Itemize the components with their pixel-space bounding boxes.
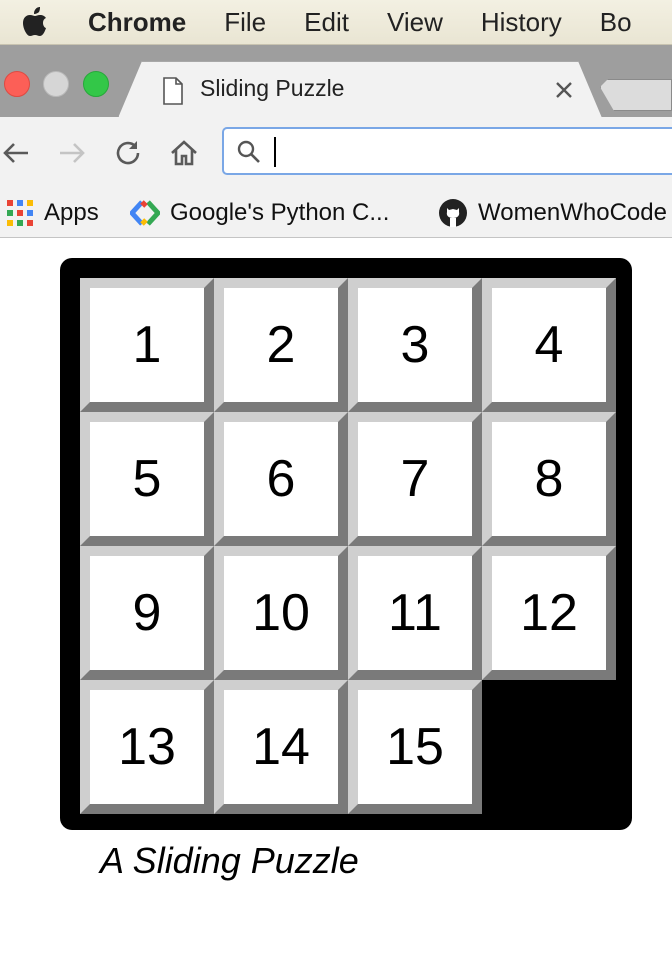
bookmark-label: Apps (44, 199, 99, 226)
puzzle-tile[interactable]: 7 (348, 412, 482, 546)
puzzle-board: 1 2 3 4 5 6 7 8 9 10 11 12 13 14 15 (60, 258, 632, 830)
window-minimize-button[interactable] (43, 71, 69, 97)
bookmark-googles-python-class[interactable]: Google's Python C... (130, 195, 389, 231)
puzzle-tile[interactable]: 6 (214, 412, 348, 546)
text-caret (274, 137, 276, 167)
reload-icon[interactable] (112, 137, 144, 169)
search-icon (237, 140, 260, 163)
google-developers-icon (130, 200, 160, 226)
puzzle-caption: A Sliding Puzzle (100, 840, 359, 881)
puzzle-tile[interactable]: 13 (80, 680, 214, 814)
puzzle-tile[interactable]: 15 (348, 680, 482, 814)
bookmarks-bar: Apps Google's Python C... WomenWhoCode (0, 189, 672, 238)
tab-title: Sliding Puzzle (200, 75, 345, 101)
back-arrow-icon[interactable] (0, 137, 32, 169)
bookmark-label: Google's Python C... (170, 199, 390, 226)
apps-grid-icon (7, 200, 33, 226)
puzzle-tile[interactable]: 14 (214, 680, 348, 814)
menu-view[interactable]: View (387, 7, 443, 38)
puzzle-tile[interactable]: 11 (348, 546, 482, 680)
document-icon (163, 77, 183, 105)
browser-toolbar (0, 117, 672, 189)
puzzle-tile[interactable]: 4 (482, 278, 616, 412)
macos-menu-bar: Chrome File Edit View History Bo (0, 0, 672, 45)
tab-strip: Sliding Puzzle (0, 45, 672, 117)
menu-app-name[interactable]: Chrome (88, 7, 186, 38)
puzzle-tile[interactable]: 8 (482, 412, 616, 546)
puzzle-tile[interactable]: 2 (214, 278, 348, 412)
puzzle-tile[interactable]: 3 (348, 278, 482, 412)
close-icon[interactable] (553, 79, 575, 101)
menu-history[interactable]: History (481, 7, 562, 38)
puzzle-tile[interactable]: 1 (80, 278, 214, 412)
menu-edit[interactable]: Edit (304, 7, 349, 38)
puzzle-tile[interactable]: 10 (214, 546, 348, 680)
new-tab-button[interactable] (600, 79, 672, 111)
menu-file[interactable]: File (224, 7, 266, 38)
omnibox[interactable] (222, 127, 672, 175)
forward-arrow-icon[interactable] (56, 137, 88, 169)
address-input[interactable] (274, 136, 672, 166)
tab-sliding-puzzle[interactable] (118, 61, 602, 117)
menu-bookmarks[interactable]: Bo (600, 7, 632, 38)
window-close-button[interactable] (4, 71, 30, 97)
puzzle-tile[interactable]: 9 (80, 546, 214, 680)
puzzle-tile[interactable]: 5 (80, 412, 214, 546)
home-icon[interactable] (168, 137, 200, 169)
bookmark-apps[interactable]: Apps (6, 195, 99, 231)
puzzle-tile[interactable]: 12 (482, 546, 616, 680)
bookmark-label: WomenWhoCode (478, 199, 667, 226)
apple-logo-icon[interactable] (22, 7, 48, 37)
bookmark-womenwhocode[interactable]: WomenWhoCode (438, 195, 667, 231)
window-zoom-button[interactable] (83, 71, 109, 97)
github-icon (439, 199, 467, 227)
